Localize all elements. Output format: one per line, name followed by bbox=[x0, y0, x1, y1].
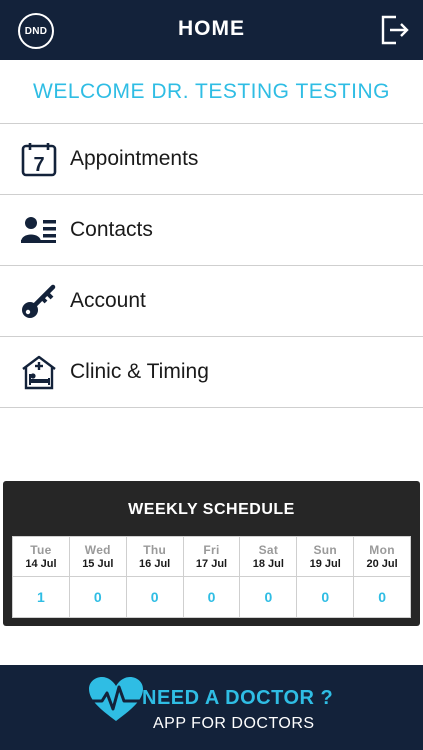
schedule-day-wed[interactable]: Wed 15 Jul 0 bbox=[69, 537, 127, 617]
day-date: 19 Jul bbox=[309, 558, 341, 570]
schedule-day-header: Wed 15 Jul bbox=[69, 537, 126, 577]
schedule-day-header: Sun 19 Jul bbox=[297, 537, 354, 577]
day-date: 17 Jul bbox=[195, 558, 228, 570]
schedule-day-header: Mon 20 Jul bbox=[354, 537, 411, 577]
schedule-day-header: Sat 18 Jul bbox=[240, 537, 297, 577]
schedule-day-fri[interactable]: Fri 17 Jul 0 bbox=[183, 537, 241, 617]
schedule-day-header: Thu 16 Jul bbox=[126, 537, 183, 577]
schedule-day-header: Fri 17 Jul bbox=[183, 537, 240, 577]
footer-subtitle: APP FOR DOCTORS bbox=[153, 715, 315, 732]
day-date: 14 Jul bbox=[25, 558, 57, 570]
contacts-icon bbox=[20, 211, 58, 249]
day-date: 15 Jul bbox=[82, 558, 114, 570]
day-name: Wed bbox=[84, 543, 111, 557]
footer-banner[interactable]: NEED A DOCTOR ? APP FOR DOCTORS bbox=[0, 665, 423, 750]
logout-icon bbox=[381, 15, 409, 45]
day-name: Fri bbox=[203, 543, 220, 557]
schedule-day-tue[interactable]: Tue 14 Jul 1 bbox=[13, 537, 70, 617]
menu-item-contacts[interactable]: Contacts bbox=[0, 195, 423, 266]
day-appointment-count[interactable]: 0 bbox=[354, 577, 410, 617]
schedule-day-header: Tue 14 Jul bbox=[13, 537, 69, 577]
heart-pulse-icon bbox=[86, 677, 146, 721]
day-name: Sat bbox=[258, 543, 279, 557]
schedule-day-sun[interactable]: Sun 19 Jul 0 bbox=[297, 537, 355, 617]
day-name: Sun bbox=[313, 543, 338, 557]
calendar-icon-day: 7 bbox=[33, 154, 44, 176]
day-name: Tue bbox=[30, 543, 52, 557]
weekly-schedule-panel: WEEKLY SCHEDULE Tue 14 Jul 1 Wed 15 Jul … bbox=[3, 481, 420, 626]
welcome-message: WELCOME DR. TESTING TESTING bbox=[0, 60, 423, 124]
day-date: 18 Jul bbox=[252, 558, 284, 570]
schedule-day-thu[interactable]: Thu 16 Jul 0 bbox=[126, 537, 184, 617]
day-name: Mon bbox=[369, 543, 395, 557]
menu-item-label: Clinic & Timing bbox=[70, 360, 209, 383]
menu-item-label: Contacts bbox=[70, 218, 153, 241]
day-appointment-count[interactable]: 0 bbox=[70, 577, 126, 617]
schedule-day-mon[interactable]: Mon 20 Jul 0 bbox=[354, 537, 411, 617]
menu-item-appointments[interactable]: 7 Appointments bbox=[0, 124, 423, 195]
day-appointment-count[interactable]: 0 bbox=[240, 577, 296, 617]
day-date: 20 Jul bbox=[366, 558, 398, 570]
weekly-schedule-grid: Tue 14 Jul 1 Wed 15 Jul 0 Thu 16 Jul 0 F… bbox=[12, 536, 411, 618]
clinic-icon bbox=[20, 353, 58, 391]
top-bar: DND HOME bbox=[0, 0, 423, 60]
page-title: HOME bbox=[178, 17, 245, 40]
day-appointment-count[interactable]: 0 bbox=[297, 577, 353, 617]
main-menu: 7 Appointments Contacts Account Clinic &… bbox=[0, 124, 423, 408]
day-date: 16 Jul bbox=[139, 558, 171, 570]
weekly-schedule-title: WEEKLY SCHEDULE bbox=[128, 501, 295, 518]
footer-tagline: NEED A DOCTOR ? bbox=[142, 687, 334, 709]
day-name: Thu bbox=[143, 543, 167, 557]
menu-item-label: Appointments bbox=[70, 147, 199, 170]
menu-item-account[interactable]: Account bbox=[0, 266, 423, 337]
day-appointment-count[interactable]: 0 bbox=[184, 577, 240, 617]
key-icon bbox=[20, 282, 58, 320]
menu-item-clinic-timing[interactable]: Clinic & Timing bbox=[0, 337, 423, 408]
day-appointment-count[interactable]: 0 bbox=[127, 577, 183, 617]
calendar-icon: 7 bbox=[20, 140, 58, 178]
logout-button[interactable] bbox=[379, 14, 411, 46]
menu-item-label: Account bbox=[70, 289, 146, 312]
day-appointment-count[interactable]: 1 bbox=[13, 577, 69, 617]
schedule-day-sat[interactable]: Sat 18 Jul 0 bbox=[240, 537, 298, 617]
